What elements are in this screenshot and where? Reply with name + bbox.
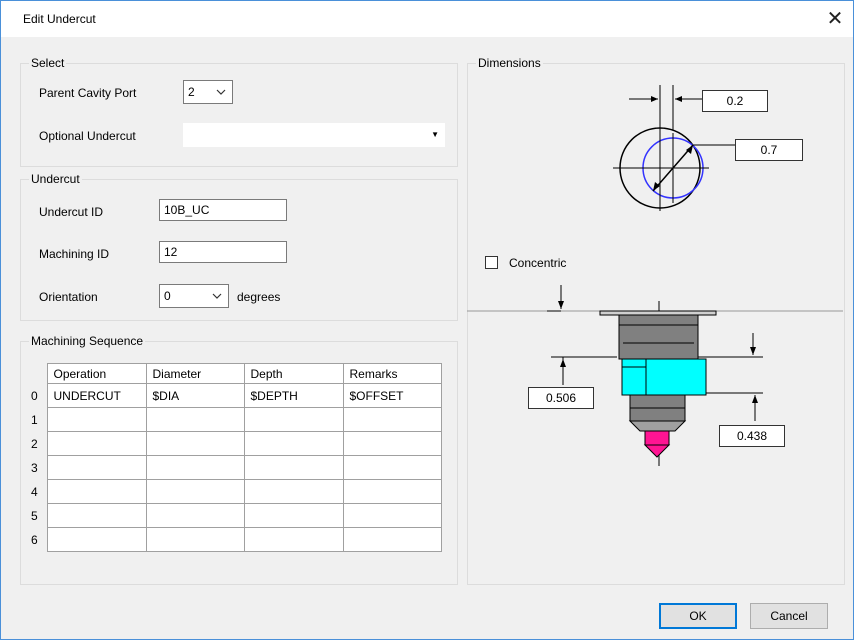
table-cell[interactable] [243,503,344,528]
chevron-down-icon [212,293,222,299]
row-index: 0 [29,383,47,408]
table-cell[interactable] [342,455,442,480]
machining-id-label: Machining ID [39,247,110,261]
machining-sequence-group-label: Machining Sequence [29,334,146,348]
table-cell[interactable] [342,431,442,456]
row-index: 6 [29,527,47,552]
table-cell[interactable] [46,479,147,504]
orientation-label: Orientation [39,290,98,304]
height-dimension-value: 0.438 [719,425,785,447]
table-cell[interactable]: $DIA [145,383,245,408]
column-header-depth[interactable]: Depth [243,363,344,384]
table-cell[interactable] [145,479,245,504]
orientation-unit: degrees [237,290,281,304]
column-header-diameter[interactable]: Diameter [145,363,245,384]
column-header-operation[interactable]: Operation [46,363,147,384]
undercut-profile-diagram [467,285,843,466]
optional-undercut-select[interactable]: ▼ [183,123,445,147]
table-cell[interactable] [342,479,442,504]
window-title: Edit Undercut [23,12,96,26]
offset-dimension-value: 0.2 [702,90,768,112]
parent-cavity-port-select[interactable]: 2 [183,80,233,104]
optional-undercut-label: Optional Undercut [39,129,136,143]
table-cell[interactable] [46,503,147,528]
table-row: 0 UNDERCUT $DIA $DEPTH $OFFSET [29,383,442,408]
ok-button[interactable]: OK [659,603,737,629]
table-cell[interactable] [342,407,442,432]
table-cell[interactable] [243,455,344,480]
undercut-id-label: Undercut ID [39,205,104,219]
column-header-remarks[interactable]: Remarks [342,363,442,384]
table-cell[interactable] [243,479,344,504]
undercut-group-label: Undercut [29,172,82,186]
row-index: 2 [29,431,47,456]
table-row: 2 [29,431,442,456]
table-cell[interactable]: $OFFSET [342,383,442,408]
table-cell[interactable] [342,503,442,528]
table-row: 5 [29,503,442,528]
orientation-value: 0 [164,289,171,303]
table-cell[interactable] [145,455,245,480]
row-index: 3 [29,455,47,480]
select-group: Select [20,56,458,167]
select-group-label: Select [29,56,67,70]
edit-undercut-dialog: Edit Undercut ✕ Select Parent Cavity Por… [0,0,854,640]
table-row: 4 [29,479,442,504]
cancel-button[interactable]: Cancel [750,603,828,629]
undercut-id-input[interactable]: 10B_UC [159,199,287,221]
concentric-label[interactable]: Concentric [509,256,566,270]
machining-sequence-table: Operation Diameter Depth Remarks 0 UNDER… [29,363,442,552]
table-row: 3 [29,455,442,480]
table-cell[interactable]: $DEPTH [243,383,344,408]
table-cell[interactable] [342,527,442,552]
table-cell[interactable]: UNDERCUT [46,383,147,408]
chevron-down-icon [216,89,226,95]
table-row: 1 [29,407,442,432]
dropdown-arrow-icon: ▼ [431,130,439,139]
table-cell[interactable] [145,503,245,528]
table-cell[interactable] [145,407,245,432]
table-cell[interactable] [46,455,147,480]
parent-cavity-port-value: 2 [188,85,195,99]
table-cell[interactable] [46,527,147,552]
table-cell[interactable] [46,431,147,456]
title-bar: Edit Undercut ✕ [1,1,853,37]
table-cell[interactable] [243,431,344,456]
row-index: 1 [29,407,47,432]
parent-cavity-port-label: Parent Cavity Port [39,86,137,100]
table-cell[interactable] [46,407,147,432]
concentric-checkbox[interactable] [485,256,498,269]
table-header-row: Operation Diameter Depth Remarks [29,363,442,384]
table-cell[interactable] [243,527,344,552]
close-icon[interactable]: ✕ [823,7,847,31]
diameter-dimension-value: 0.7 [735,139,803,161]
table-cell[interactable] [145,431,245,456]
machining-id-input[interactable]: 12 [159,241,287,263]
depth-dimension-value: 0.506 [528,387,594,409]
table-cell[interactable] [145,527,245,552]
table-row: 6 [29,527,442,552]
orientation-select[interactable]: 0 [159,284,229,308]
row-index: 5 [29,503,47,528]
table-cell[interactable] [243,407,344,432]
dimensions-group-label: Dimensions [476,56,543,70]
row-index: 4 [29,479,47,504]
